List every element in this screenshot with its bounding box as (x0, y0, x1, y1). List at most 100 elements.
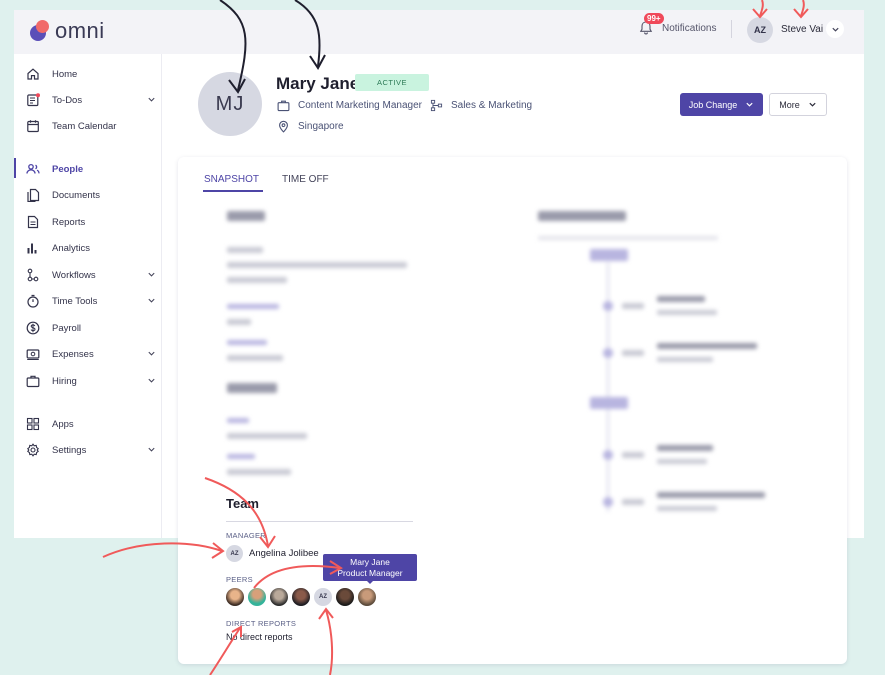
sidebar-item-label: People (52, 163, 84, 175)
sidebar-item-reports[interactable]: Reports (26, 214, 156, 230)
omni-logo[interactable]: omni (30, 18, 105, 44)
logo-text: omni (55, 18, 105, 43)
sidebar-item-label: Settings (52, 444, 87, 456)
peers-label: PEERS (226, 575, 253, 584)
tab-snapshot[interactable]: SNAPSHOT (204, 174, 259, 185)
team-divider (226, 521, 413, 522)
team-heading: Team (226, 496, 259, 511)
tooltip-name: Mary Jane (350, 557, 390, 567)
briefcase-icon (26, 375, 40, 388)
sidebar-item-documents[interactable]: Documents (26, 187, 156, 203)
job-title-row: Content Marketing Manager Sales & Market… (277, 99, 532, 112)
user-name[interactable]: Steve Vai (781, 24, 823, 35)
dollar-icon (26, 321, 40, 335)
sidebar-item-settings[interactable]: Settings (26, 442, 156, 458)
documents-icon (27, 188, 40, 202)
location-row: Singapore (277, 120, 344, 133)
manager-name: Angelina Jolibee (249, 548, 319, 559)
peer-avatar[interactable] (226, 588, 244, 606)
chevron-down-icon[interactable] (147, 445, 156, 454)
workflows-icon (27, 268, 39, 282)
expenses-icon (26, 349, 40, 360)
manager-avatar: AZ (226, 545, 243, 562)
peer-avatar[interactable] (248, 588, 266, 606)
tooltip-title: Product Manager (337, 567, 403, 578)
peer-avatar[interactable] (292, 588, 310, 606)
calendar-icon (27, 120, 39, 133)
notifications-badge: 99+ (644, 13, 664, 24)
peer-avatar[interactable] (336, 588, 354, 606)
active-tab-indicator (203, 190, 263, 192)
direct-reports-value: No direct reports (226, 632, 293, 642)
sidebar-item-analytics[interactable]: Analytics (26, 240, 156, 256)
sidebar-item-label: Documents (52, 189, 101, 201)
briefcase-icon (277, 100, 290, 112)
people-icon (26, 163, 40, 174)
department: Sales & Marketing (450, 100, 533, 111)
sidebar-item-label: Time Tools (52, 295, 98, 307)
manager-label: MANAGER (226, 531, 267, 540)
sidebar-item-label: Home (52, 68, 78, 80)
profile-avatar: MJ (198, 72, 262, 136)
sidebar-item-apps[interactable]: Apps (26, 416, 156, 432)
chevron-down-icon[interactable] (147, 95, 156, 104)
sidebar-item-label: Apps (52, 418, 74, 430)
logo-mark-icon (30, 20, 52, 42)
sidebar-item-payroll[interactable]: Payroll (26, 320, 156, 336)
tooltip-pointer (366, 580, 374, 584)
profile-name: Mary Jane (276, 74, 360, 93)
direct-reports-label: DIRECT REPORTS (226, 619, 297, 628)
sidebar-item-time-tools[interactable]: Time Tools (26, 293, 156, 309)
tab-time-off[interactable]: TIME OFF (282, 174, 329, 185)
chevron-down-icon[interactable] (147, 296, 156, 305)
peer-avatar[interactable]: AZ (314, 588, 332, 606)
peer-tooltip: Mary Jane Product Manager (323, 554, 417, 581)
chevron-down-icon[interactable] (147, 349, 156, 358)
sidebar-item-hiring[interactable]: Hiring (26, 373, 156, 389)
sidebar: Home To-Dos Team Calendar People Documen… (14, 54, 162, 538)
user-avatar[interactable]: AZ (747, 17, 773, 43)
sidebar-item-team-calendar[interactable]: Team Calendar (26, 118, 156, 134)
peer-avatar[interactable] (358, 588, 376, 606)
sidebar-item-label: Analytics (52, 242, 91, 254)
user-menu-chevron-icon[interactable] (826, 20, 844, 38)
sidebar-item-label: Reports (52, 216, 86, 228)
location: Singapore (298, 121, 344, 132)
topbar-divider (731, 20, 732, 38)
timer-icon (27, 294, 39, 308)
sidebar-active-indicator (14, 158, 16, 178)
analytics-icon (27, 243, 37, 254)
top-bar (14, 10, 864, 54)
notifications-label: Notifications (662, 22, 717, 34)
location-pin-icon (279, 120, 288, 133)
sidebar-item-label: Team Calendar (52, 120, 117, 132)
org-chart-icon (430, 99, 443, 112)
apps-icon (26, 417, 40, 431)
chevron-down-icon[interactable] (147, 270, 156, 279)
sidebar-item-todos[interactable]: To-Dos (26, 92, 156, 108)
sidebar-item-label: To-Dos (52, 94, 83, 106)
job-title: Content Marketing Manager (298, 100, 422, 111)
home-icon (27, 68, 39, 80)
sidebar-item-workflows[interactable]: Workflows (26, 267, 156, 283)
sidebar-item-label: Expenses (52, 348, 94, 360)
peers-list: AZ (226, 588, 376, 606)
job-change-button[interactable]: Job Change (680, 93, 763, 116)
chevron-down-icon (809, 102, 816, 107)
chevron-down-icon[interactable] (147, 376, 156, 385)
chevron-down-icon (746, 102, 753, 107)
todo-icon (27, 93, 40, 107)
sidebar-item-expenses[interactable]: Expenses (26, 346, 156, 362)
gear-icon (27, 443, 39, 457)
sidebar-item-label: Hiring (52, 375, 77, 387)
status-badge: ACTIVE (355, 74, 429, 91)
more-button[interactable]: More (769, 93, 827, 116)
more-label: More (779, 99, 800, 110)
sidebar-item-home[interactable]: Home (26, 66, 156, 82)
peer-avatar[interactable] (270, 588, 288, 606)
manager-row[interactable]: AZ Angelina Jolibee (226, 545, 319, 562)
reports-icon (27, 215, 39, 229)
sidebar-item-label: Payroll (52, 322, 82, 334)
sidebar-item-label: Workflows (52, 269, 96, 281)
sidebar-item-people[interactable]: People (26, 161, 156, 177)
